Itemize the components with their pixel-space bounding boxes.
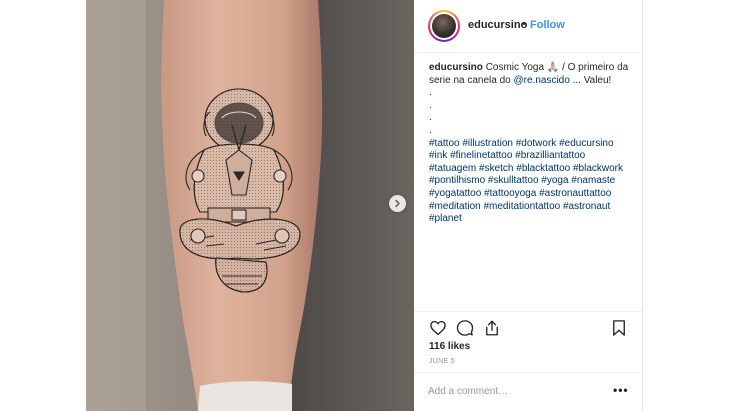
tattoo-leg-image xyxy=(86,0,414,411)
username-link[interactable]: educursino xyxy=(468,19,527,31)
caption-dots: . . . . xyxy=(429,87,634,137)
next-photo-button[interactable] xyxy=(389,195,406,212)
header-separator: • xyxy=(522,18,526,30)
comment-icon[interactable] xyxy=(456,319,474,337)
comment-input[interactable] xyxy=(428,383,603,399)
post-caption: educursino Cosmic Yoga 🙏🏼 / O primeiro d… xyxy=(429,62,634,226)
caption-text-end: ... Valeu! xyxy=(572,74,612,86)
more-options-button[interactable]: ••• xyxy=(613,383,629,397)
heart-icon[interactable] xyxy=(429,319,447,337)
comment-row: ••• xyxy=(414,372,642,411)
follow-button[interactable]: Follow xyxy=(530,19,565,31)
bookmark-icon[interactable] xyxy=(610,319,628,337)
post-sidebar: educursino • Follow educursino Cosmic Yo… xyxy=(414,0,643,411)
avatar[interactable] xyxy=(428,10,460,42)
avatar-image xyxy=(432,14,456,38)
post-header: educursino • Follow xyxy=(414,0,642,53)
share-icon[interactable] xyxy=(483,319,501,337)
chevron-right-icon xyxy=(395,199,400,208)
instagram-post: educursino • Follow educursino Cosmic Yo… xyxy=(0,0,730,411)
likes-count[interactable]: 116 likes xyxy=(429,341,470,352)
post-date: JUNE 5 xyxy=(429,358,455,365)
caption-hashtags[interactable]: #tattoo #illustration #dotwork #educursi… xyxy=(429,138,634,226)
post-photo[interactable] xyxy=(86,0,414,411)
caption-mention-link[interactable]: @re.nascido xyxy=(514,75,570,86)
caption-dot: . xyxy=(429,124,432,136)
action-bar xyxy=(414,311,642,336)
caption-dot: . xyxy=(429,99,432,111)
caption-dot: . xyxy=(429,112,432,124)
caption-username[interactable]: educursino xyxy=(429,62,483,73)
caption-dot: . xyxy=(429,87,432,99)
